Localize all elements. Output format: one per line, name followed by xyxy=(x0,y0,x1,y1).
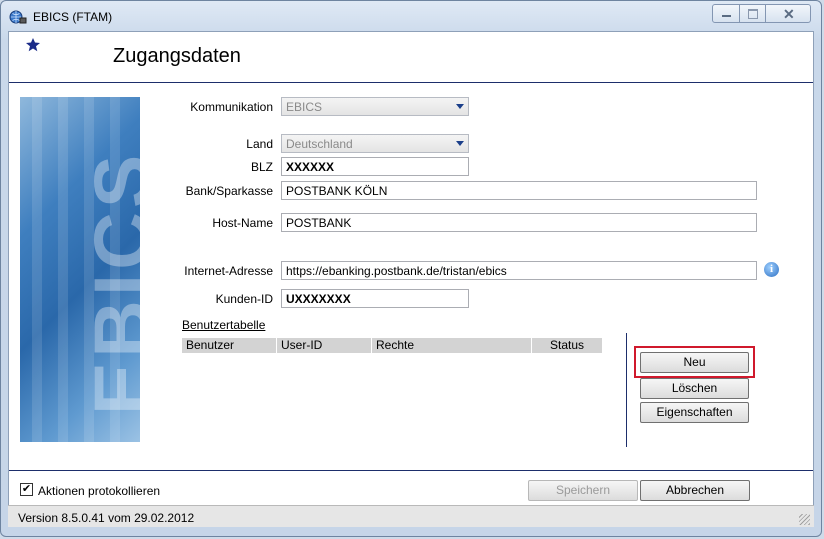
kunden-id-field[interactable]: UXXXXXXX xyxy=(281,289,469,308)
page-title: Zugangsdaten xyxy=(113,45,241,67)
maximize-button[interactable] xyxy=(739,4,766,23)
vertical-separator xyxy=(626,333,627,447)
bank-label: Bank/Sparkasse xyxy=(185,184,273,198)
host-label: Host-Name xyxy=(212,216,273,230)
benutzertabelle-title: Benutzertabelle xyxy=(182,318,266,332)
version-text: Version 8.5.0.41 vom 29.02.2012 xyxy=(18,511,195,525)
minimize-button[interactable] xyxy=(712,4,740,23)
land-select[interactable]: Deutschland xyxy=(281,134,469,153)
ebics-building-image: EBICS xyxy=(20,97,140,442)
bank-field[interactable]: POSTBANK KÖLN xyxy=(281,181,757,200)
column-header-benutzer[interactable]: Benutzer xyxy=(182,338,277,353)
loeschen-button[interactable]: Löschen xyxy=(640,378,749,399)
chevron-down-icon xyxy=(456,141,464,146)
abbrechen-button[interactable]: Abbrechen xyxy=(640,480,750,501)
land-label: Land xyxy=(246,137,273,151)
column-header-rechte[interactable]: Rechte xyxy=(372,338,532,353)
column-header-status[interactable]: Status xyxy=(532,338,603,353)
eigenschaften-button[interactable]: Eigenschaften xyxy=(640,402,749,423)
footer-separator xyxy=(9,470,813,471)
chevron-down-icon xyxy=(456,104,464,109)
maximize-icon xyxy=(748,9,758,19)
host-field[interactable]: POSTBANK xyxy=(281,213,757,232)
blz-label: BLZ xyxy=(250,160,273,174)
window-title: EBICS (FTAM) xyxy=(33,10,113,24)
log-actions-checkbox[interactable]: ✔ xyxy=(20,483,33,496)
land-value: Deutschland xyxy=(286,137,353,151)
kommunikation-select[interactable]: EBICS xyxy=(281,97,469,116)
blz-field[interactable]: XXXXXX xyxy=(281,157,469,176)
minimize-icon xyxy=(722,15,731,17)
info-icon[interactable]: i xyxy=(764,262,779,277)
speichern-button[interactable]: Speichern xyxy=(528,480,638,501)
kommunikation-value: EBICS xyxy=(286,100,323,114)
internet-label: Internet-Adresse xyxy=(184,264,273,278)
globe-network-icon xyxy=(9,9,27,25)
close-button[interactable]: ✕ xyxy=(765,4,811,23)
log-actions-label: Aktionen protokollieren xyxy=(38,484,161,498)
kommunikation-label: Kommunikation xyxy=(190,100,273,114)
resize-grip-icon[interactable] xyxy=(799,514,810,525)
neu-button[interactable]: Neu xyxy=(640,352,749,373)
internet-address-field[interactable]: https://ebanking.postbank.de/tristan/ebi… xyxy=(281,261,757,280)
kunden-label: Kunden-ID xyxy=(215,292,273,306)
user-table-body[interactable] xyxy=(182,353,603,443)
column-header-user-id[interactable]: User-ID xyxy=(277,338,372,353)
star-icon xyxy=(25,37,41,53)
checkmark-icon: ✔ xyxy=(21,483,32,495)
close-icon: ✕ xyxy=(783,6,795,22)
